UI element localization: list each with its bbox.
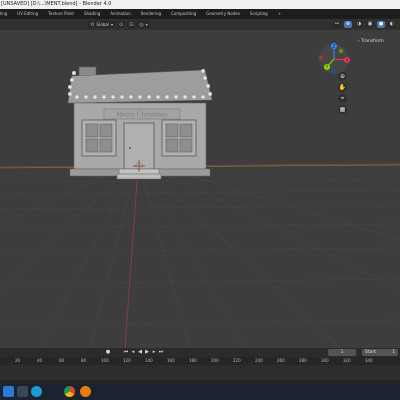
timeline-header: ● ⏮ ◂ ◀ ▶ ▸ ⏭ 1 Start 1	[0, 348, 400, 357]
house-model: Merry Christmas	[67, 66, 213, 180]
orientation-icon: ⟲	[90, 21, 95, 28]
pivot-point-dropdown[interactable]: ⊙	[116, 21, 126, 28]
ruler-tick: 160	[167, 358, 175, 363]
chevron-left-icon: ‹	[358, 39, 360, 44]
sign-text: Merry Christmas	[116, 112, 168, 119]
overlay-toggle-icon[interactable]: ◑	[355, 21, 363, 28]
viewport-header: ⟲ Global ▾ ⊙ ⊡ ◎ ▾ ⚯ ⊕ ◑ ▣ ● ◐	[0, 19, 400, 30]
sidebar-transform-tab[interactable]: ‹ Transform	[358, 39, 384, 44]
transform-orientation-dropdown[interactable]: ⟲ Global ▾	[88, 21, 115, 28]
add-workspace-button[interactable]: +	[273, 9, 286, 19]
play-icon[interactable]: ▶	[144, 349, 150, 355]
zoom-icon[interactable]: ⊕	[338, 72, 347, 81]
chevron-down-icon: ▾	[110, 22, 113, 27]
next-keyframe-icon[interactable]: ▸	[151, 349, 157, 355]
material-shading-icon[interactable]: ◐	[388, 21, 396, 28]
svg-text:Z: Z	[333, 44, 336, 49]
edge-icon[interactable]	[31, 386, 42, 397]
ruler-tick: 200	[211, 358, 219, 363]
ruler-tick: 280	[299, 358, 307, 363]
svg-text:X: X	[346, 58, 349, 63]
ruler-tick: 60	[59, 358, 65, 363]
ruler-tick: 340	[365, 358, 373, 363]
ruler-tick: 180	[189, 358, 197, 363]
proportional-icon: ◎	[139, 21, 144, 28]
ruler-tick: 220	[233, 358, 241, 363]
ruler-tick: 20	[15, 358, 21, 363]
play-reverse-icon[interactable]: ◀	[137, 349, 143, 355]
tab-modeling[interactable]: ling	[0, 9, 12, 19]
tab-texture-paint[interactable]: Texture Paint	[43, 9, 79, 19]
tab-rendering[interactable]: Rendering	[136, 9, 166, 19]
visibility-icon[interactable]: ⚯	[333, 21, 341, 28]
snap-icon: ⊡	[129, 21, 134, 28]
perspective-toggle-icon[interactable]: ▦	[338, 105, 347, 114]
tab-geometry-nodes[interactable]: Geometry Nodes	[201, 9, 245, 19]
current-frame-field[interactable]: 1	[328, 349, 356, 356]
pivot-icon: ⊙	[118, 21, 124, 28]
window-title: [UNSAVED] [D:\...\MENT.blend] - Blender …	[1, 1, 112, 7]
3d-viewport[interactable]: Merry Christmas X Y Z ‹ Transform ⊕ ✋ ⌖ …	[0, 30, 400, 348]
playback-controls: ● ⏮ ◂ ◀ ▶ ▸ ⏭	[105, 349, 164, 355]
start-icon[interactable]	[3, 386, 14, 397]
snap-toggle[interactable]: ⊡	[127, 21, 136, 28]
jump-end-icon[interactable]: ⏭	[158, 349, 164, 355]
tab-shading[interactable]: Shading	[79, 9, 105, 19]
chrome-icon[interactable]	[64, 386, 75, 397]
ruler-tick: 260	[277, 358, 285, 363]
ruler-tick: 320	[343, 358, 351, 363]
camera-view-icon[interactable]: ⌖	[338, 94, 347, 103]
pan-hand-icon[interactable]: ✋	[338, 83, 347, 92]
timeline-ruler[interactable]: 20 40 60 80 100 120 140 160 180 200 220 …	[0, 357, 400, 365]
ruler-tick: 300	[321, 358, 329, 363]
chevron-down-icon: ▾	[145, 22, 148, 27]
window-title-bar: [UNSAVED] [D:\...\MENT.blend] - Blender …	[0, 0, 400, 9]
record-icon[interactable]: ●	[105, 349, 111, 355]
gizmo-toggle-icon[interactable]: ⊕	[344, 21, 352, 28]
svg-text:Y: Y	[325, 65, 329, 70]
blender-icon[interactable]	[80, 386, 91, 397]
tab-animation[interactable]: Animation	[105, 9, 135, 19]
timeline-area[interactable]	[0, 365, 400, 380]
ruler-tick: 120	[123, 358, 131, 363]
search-icon[interactable]	[17, 386, 28, 397]
jump-start-icon[interactable]: ⏮	[123, 349, 129, 355]
proportional-editing-toggle[interactable]: ◎ ▾	[137, 21, 150, 28]
tab-scripting[interactable]: Scripting	[245, 9, 273, 19]
ruler-tick: 40	[37, 358, 43, 363]
prev-keyframe-icon[interactable]: ◂	[130, 349, 136, 355]
workspace-tabs: ling UV Editing Texture Paint Shading An…	[0, 9, 400, 19]
tab-compositing[interactable]: Compositing	[166, 9, 201, 19]
transform-orientation-value: Global	[96, 22, 109, 27]
solid-shading-icon[interactable]: ●	[377, 21, 385, 28]
ruler-tick: 140	[145, 358, 153, 363]
tab-uv-editing[interactable]: UV Editing	[12, 9, 43, 19]
navigation-gizmo[interactable]: X Y Z	[318, 43, 350, 75]
os-taskbar	[0, 383, 400, 400]
ruler-tick: 100	[101, 358, 109, 363]
ruler-tick: 240	[255, 358, 263, 363]
xray-toggle-icon[interactable]: ▣	[366, 21, 374, 28]
ruler-tick: 80	[81, 358, 87, 363]
start-frame-field[interactable]: Start 1	[362, 349, 398, 356]
